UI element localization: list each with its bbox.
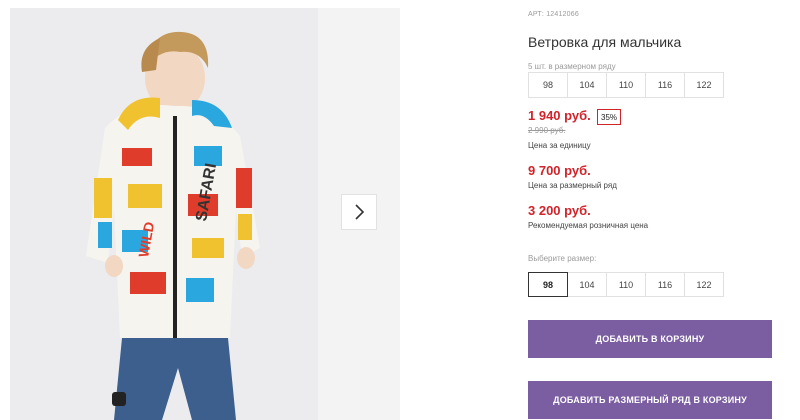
recommended-price-caption: Рекомендуемая розничная цена (528, 221, 649, 230)
range-size-cell: 116 (645, 72, 685, 98)
product-title: Ветровка для мальчика (528, 34, 682, 50)
range-price: 9 700 руб. (528, 163, 591, 178)
size-selector: 98 104 110 116 122 (528, 272, 724, 297)
child-in-jacket-illustration: SAFARI WILD (10, 8, 318, 420)
range-size-cell: 104 (567, 72, 607, 98)
add-to-cart-button[interactable]: ДОБАВИТЬ В КОРЗИНУ (528, 320, 772, 358)
add-size-range-to-cart-button[interactable]: ДОБАВИТЬ РАЗМЕРНЫЙ РЯД В КОРЗИНУ (528, 381, 772, 419)
range-price-caption: Цена за размерный ряд (528, 181, 617, 190)
size-option-104[interactable]: 104 (567, 272, 607, 297)
unit-price-caption: Цена за единицу (528, 141, 591, 150)
size-option-98[interactable]: 98 (528, 272, 568, 297)
recommended-price: 3 200 руб. (528, 203, 591, 218)
range-size-cell: 110 (606, 72, 646, 98)
product-sku: АРТ: 12412066 (528, 11, 579, 18)
unit-price: 1 940 руб. (528, 108, 591, 123)
size-range-caption: 5 шт. в размерном ряду (528, 62, 616, 71)
choose-size-caption: Выберите размер: (528, 254, 597, 263)
size-option-122[interactable]: 122 (684, 272, 724, 297)
size-option-116[interactable]: 116 (645, 272, 685, 297)
size-range-table: 98 104 110 116 122 (528, 72, 724, 98)
range-size-cell: 122 (684, 72, 724, 98)
product-photo[interactable]: SAFARI WILD (10, 8, 318, 420)
range-size-cell: 98 (528, 72, 568, 98)
size-option-110[interactable]: 110 (606, 272, 646, 297)
chevron-right-icon (355, 204, 365, 220)
old-price: 2 990 руб. (528, 126, 566, 135)
discount-badge: 35% (597, 109, 622, 125)
next-photo-button[interactable] (341, 194, 377, 230)
